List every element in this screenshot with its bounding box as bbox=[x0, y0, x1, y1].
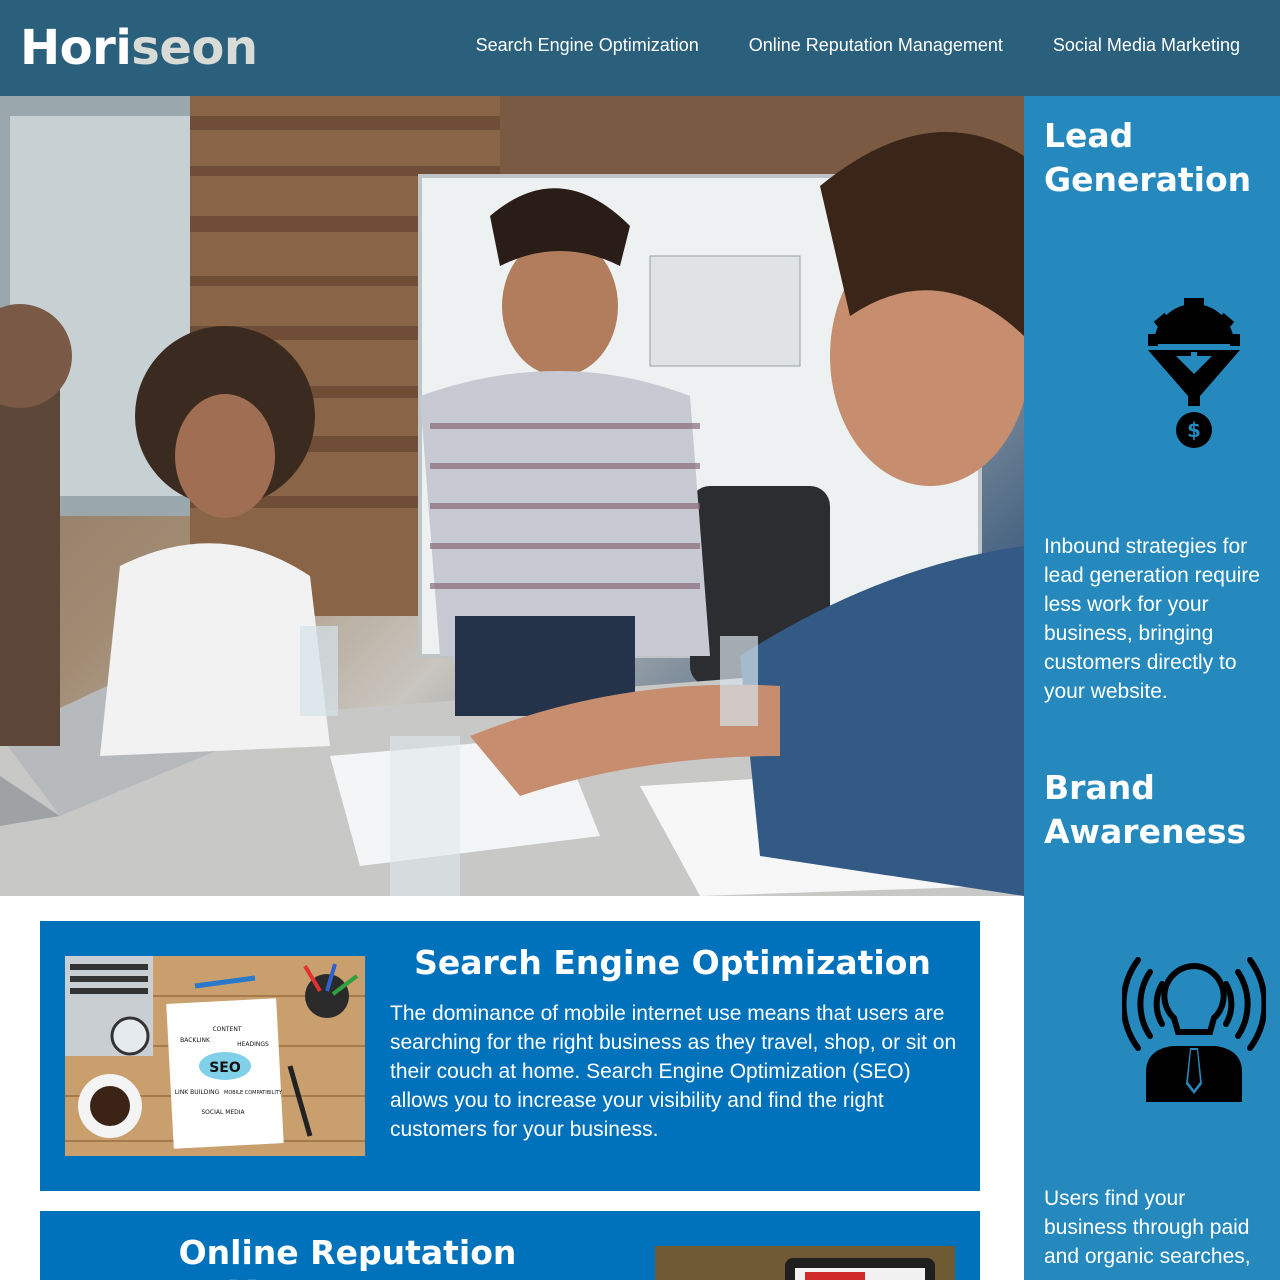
seo-title: Search Engine Optimization bbox=[414, 943, 931, 982]
seo-notebook-illustration: SEO CONTENT BACKLINK HEADINGS LINK BUILD… bbox=[65, 956, 365, 1156]
orm-image bbox=[655, 1246, 955, 1280]
lead-generation-text: Inbound strategies for lead generation r… bbox=[1044, 535, 1260, 703]
svg-text:$: $ bbox=[1187, 418, 1201, 442]
seo-word: SEO bbox=[209, 1060, 241, 1076]
social-media-word: SOCIAL MEDIA bbox=[201, 1109, 245, 1116]
orm-card: Online Reputation Management bbox=[40, 1211, 980, 1280]
brand-awareness-title: Brand Awareness bbox=[1044, 768, 1247, 851]
benefits-sidebar: Lead Generation $ Inbound strategies for… bbox=[1024, 96, 1280, 1280]
mobile-compatibility-word: MOBILE COMPATIBILITY bbox=[224, 1090, 283, 1096]
lead-generation-title: Lead Generation bbox=[1044, 116, 1252, 199]
headings-word: HEADINGS bbox=[237, 1041, 269, 1048]
main-nav: Search Engine Optimization Online Reputa… bbox=[476, 34, 1240, 56]
seo-image: SEO CONTENT BACKLINK HEADINGS LINK BUILD… bbox=[65, 956, 365, 1156]
seo-card: SEO CONTENT BACKLINK HEADINGS LINK BUILD… bbox=[40, 921, 980, 1191]
logo-main: Hori bbox=[20, 20, 132, 76]
main-content: SEO CONTENT BACKLINK HEADINGS LINK BUILD… bbox=[0, 896, 1024, 1280]
funnel-gear-dollar-icon: $ bbox=[1146, 296, 1242, 457]
hero-image bbox=[0, 96, 1024, 896]
reputation-tablet-illustration bbox=[655, 1246, 955, 1280]
backlink-word: BACKLINK bbox=[180, 1037, 211, 1044]
brand-awareness-text: Users find your business through paid an… bbox=[1044, 1187, 1251, 1268]
site-logo[interactable]: Horiseon bbox=[20, 20, 258, 76]
content-word: CONTENT bbox=[212, 1026, 241, 1033]
nav-link-orm[interactable]: Online Reputation Management bbox=[749, 34, 1003, 56]
nav-link-seo[interactable]: Search Engine Optimization bbox=[476, 34, 699, 56]
lightbulb-head-broadcast-icon bbox=[1120, 952, 1268, 1109]
link-building-word: LINK BUILDING bbox=[175, 1089, 220, 1096]
seo-text: The dominance of mobile internet use mea… bbox=[390, 1002, 957, 1141]
logo-accent: seon bbox=[131, 20, 258, 76]
site-header: Horiseon Search Engine Optimization Onli… bbox=[0, 0, 1280, 96]
team-meeting-photo bbox=[0, 96, 1024, 896]
orm-title: Online Reputation Management bbox=[178, 1233, 517, 1280]
nav-link-smm[interactable]: Social Media Marketing bbox=[1053, 34, 1240, 56]
